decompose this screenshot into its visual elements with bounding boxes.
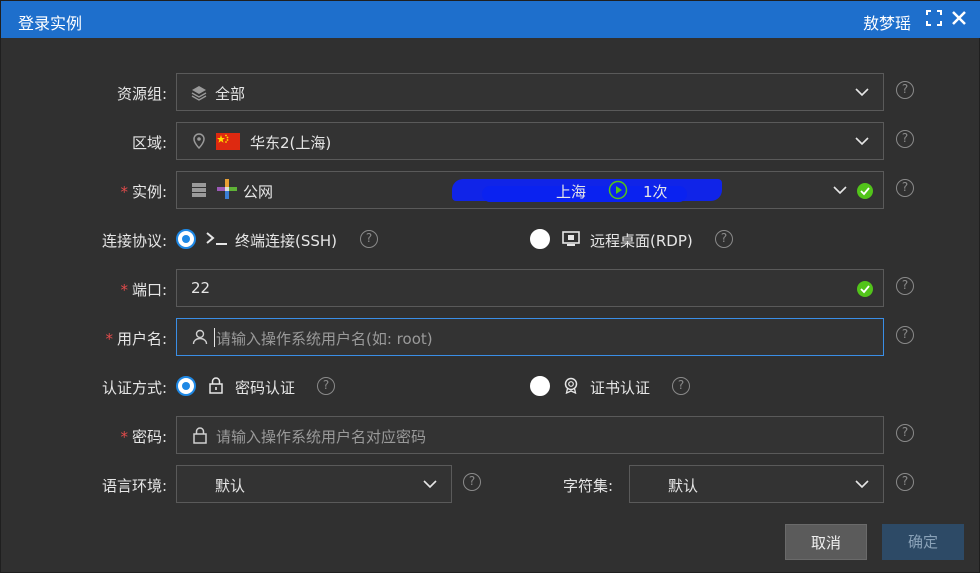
close-icon[interactable] (950, 9, 968, 27)
language-label: 语言环境: (101, 477, 167, 495)
resource-group-select[interactable]: 全部 (176, 73, 884, 111)
username-row: * 用户名: 请输入操作系统用户名(如: root) ? (1, 318, 980, 358)
server-icon (191, 182, 207, 202)
instance-select[interactable]: 公网 上海 1次 (176, 171, 884, 209)
chevron-down-icon (423, 477, 437, 491)
charset-value: 默认 (668, 477, 699, 495)
dialog-title: 登录实例 (18, 14, 83, 33)
chevron-down-icon (833, 183, 847, 197)
language-value: 默认 (215, 477, 246, 495)
username-placeholder: 请输入操作系统用户名(如: root) (216, 330, 433, 348)
certificate-icon (563, 377, 579, 398)
instance-row: * 实例: 公网 上海 1次 ? (1, 171, 980, 211)
help-icon[interactable]: ? (672, 377, 690, 395)
language-select[interactable]: 默认 (176, 465, 452, 503)
instance-location: 上海 (556, 183, 587, 201)
fullscreen-icon[interactable] (925, 9, 943, 27)
layers-icon (191, 85, 207, 105)
lock-icon (209, 377, 223, 398)
username-input[interactable]: 请输入操作系统用户名(如: root) (176, 318, 884, 356)
port-value: 22 (191, 279, 211, 297)
china-flag-icon (216, 133, 240, 150)
current-user: 敖梦瑶 (862, 14, 911, 33)
help-icon[interactable]: ? (360, 230, 378, 248)
location-pin-icon (192, 133, 206, 153)
resource-group-label: 资源组: (116, 85, 167, 103)
password-placeholder: 请输入操作系统用户名对应密码 (216, 428, 427, 446)
help-icon[interactable]: ? (896, 424, 914, 442)
help-icon[interactable]: ? (896, 277, 914, 295)
terminal-icon (206, 231, 228, 251)
remote-desktop-icon (562, 231, 580, 251)
cert-auth-label[interactable]: 证书认证 (590, 377, 650, 398)
username-label: * 用户名: (105, 330, 167, 348)
port-input[interactable]: 22 (176, 269, 884, 307)
instance-times: 1次 (643, 183, 668, 201)
port-row: * 端口: 22 ? (1, 269, 980, 309)
password-auth-label[interactable]: 密码认证 (235, 377, 295, 398)
ssh-option-label[interactable]: 终端连接(SSH) (235, 230, 337, 251)
dialog-titlebar: 登录实例 敖梦瑶 (1, 1, 980, 38)
user-icon (192, 329, 208, 349)
os-logo-icon (217, 179, 237, 205)
region-row: 区域: 华东2(上海) ? (1, 122, 980, 162)
password-input[interactable]: 请输入操作系统用户名对应密码 (176, 416, 884, 454)
required-mark: * (120, 281, 128, 299)
auth-label: 认证方式: (101, 379, 167, 397)
password-label: * 密码: (120, 428, 167, 446)
resource-group-value: 全部 (215, 85, 246, 103)
lock-icon (193, 427, 207, 448)
region-label: 区域: (131, 134, 167, 152)
chevron-down-icon (855, 477, 869, 491)
protocol-label: 连接协议: (101, 232, 167, 250)
port-label: * 端口: (120, 281, 167, 299)
cancel-button[interactable]: 取消 (785, 524, 867, 560)
chevron-down-icon (855, 134, 869, 148)
rdp-radio[interactable] (530, 229, 550, 249)
charset-select[interactable]: 默认 (629, 465, 884, 503)
region-select[interactable]: 华东2(上海) (176, 122, 884, 160)
play-icon (608, 180, 628, 204)
password-auth-radio[interactable] (176, 376, 196, 396)
help-icon[interactable]: ? (896, 473, 914, 491)
cert-auth-radio[interactable] (530, 376, 550, 396)
auth-row: 认证方式: 密码认证 ? 证书认证 ? (1, 367, 980, 407)
password-row: * 密码: 请输入操作系统用户名对应密码 ? (1, 416, 980, 456)
required-mark: * (105, 330, 113, 348)
locale-row: 语言环境: 默认 ? 字符集: 默认 ? (1, 465, 980, 505)
required-mark: * (120, 183, 128, 201)
chevron-down-icon (855, 85, 869, 99)
login-instance-dialog: 登录实例 敖梦瑶 资源组: 全部 ? 区域: 华东2(上海) ? * 实例: 公… (0, 0, 980, 573)
instance-label: * 实例: (120, 183, 167, 201)
check-circle-icon (857, 183, 873, 199)
help-icon[interactable]: ? (896, 326, 914, 344)
check-circle-icon (857, 281, 873, 297)
confirm-button[interactable]: 确定 (882, 524, 964, 560)
required-mark: * (120, 428, 128, 446)
help-icon[interactable]: ? (715, 230, 733, 248)
instance-network: 公网 (243, 183, 274, 201)
charset-label: 字符集: (563, 477, 614, 495)
resource-group-row: 资源组: 全部 ? (1, 73, 980, 113)
ssh-radio[interactable] (176, 229, 196, 249)
help-icon[interactable]: ? (896, 81, 914, 99)
region-value: 华东2(上海) (250, 134, 332, 152)
protocol-row: 连接协议: 终端连接(SSH) ? 远程桌面(RDP) ? (1, 220, 980, 260)
rdp-option-label[interactable]: 远程桌面(RDP) (590, 230, 693, 251)
help-icon[interactable]: ? (317, 377, 335, 395)
help-icon[interactable]: ? (896, 130, 914, 148)
help-icon[interactable]: ? (463, 473, 481, 491)
help-icon[interactable]: ? (896, 179, 914, 197)
text-cursor (214, 328, 215, 347)
